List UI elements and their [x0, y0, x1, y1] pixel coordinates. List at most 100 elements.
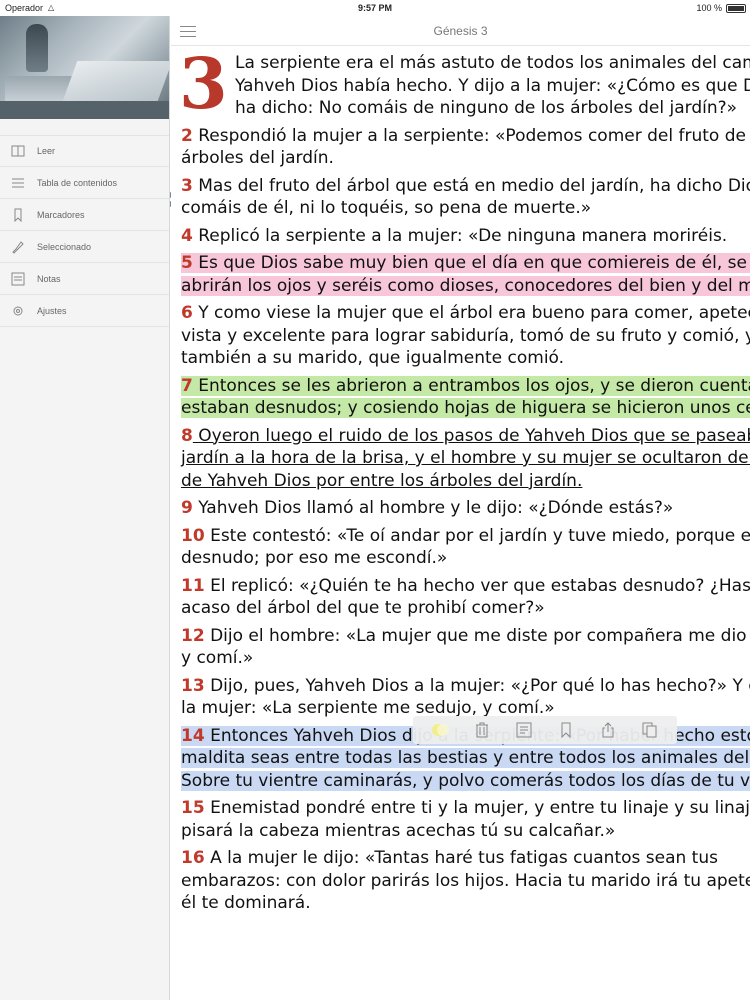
verse-16[interactable]: 16 A la mujer le dijo: «Tantas haré tus … — [181, 846, 750, 915]
verse-6[interactable]: 6 Y como viese la mujer que el árbol era… — [181, 301, 750, 370]
verse-line: Es que Dios sabe muy bien que el día en … — [192, 253, 750, 273]
verse-line: acaso del árbol del que te prohibí comer… — [181, 598, 545, 618]
sidebar-item-notas[interactable]: Notas — [0, 263, 169, 295]
sidebar-header-image — [0, 16, 169, 119]
verse-line: La serpiente era el más astuto de todos … — [235, 53, 750, 73]
trash-icon — [476, 722, 488, 738]
verse-12[interactable]: 12 Dijo el hombre: «La mujer que me dist… — [181, 624, 750, 670]
sidebar-item-label: Tabla de contenidos — [37, 177, 118, 188]
verse-10[interactable]: 10 Este contestó: «Te oí andar por el ja… — [181, 524, 750, 570]
highlight-color-button[interactable] — [429, 719, 451, 741]
copy-button[interactable] — [639, 719, 661, 741]
sidebar: Leer Tabla de contenidos Marcadores Sele… — [0, 16, 170, 1000]
battery-icon — [726, 4, 746, 13]
verse-11[interactable]: 11 El replicó: «¿Quién te ha hecho ver q… — [181, 574, 750, 620]
verse-line: estaban desnudos; y cosiendo hojas de hi… — [181, 398, 750, 418]
verse-line: Oyeron luego el ruido de los pasos de Ya… — [198, 425, 750, 446]
sidebar-item-tabla-de-contenidos[interactable]: Tabla de contenidos — [0, 167, 169, 199]
bookmark-button[interactable] — [555, 719, 577, 741]
verse-line: abrirán los ojos y seréis como dioses, c… — [181, 275, 750, 296]
verse-line: A la mujer le dijo: «Tantas haré tus fat… — [204, 848, 718, 868]
verse-line: él te dominará. — [181, 893, 311, 913]
verse-number: 15 — [181, 798, 205, 818]
gear-icon — [10, 303, 26, 319]
sidebar-item-label: Notas — [37, 273, 61, 284]
verse-line: Replicó la serpiente a la mujer: «De nin… — [192, 225, 728, 246]
sidebar-item-label: Marcadores — [37, 209, 85, 220]
color-dot-icon — [432, 724, 449, 736]
verse-8[interactable]: 8 Oyeron luego el ruido de los pasos de … — [181, 424, 750, 493]
clock: 9:57 PM — [357, 3, 392, 13]
verse-line: embarazos: con dolor parirás los hijos. … — [181, 870, 750, 891]
verse-line: Entonces se les abrieron a entrambos los… — [198, 375, 750, 396]
sidebar-item-leer[interactable]: Leer — [0, 135, 169, 167]
verse-13[interactable]: 13 Dijo, pues, Yahveh Dios a la mujer: «… — [181, 674, 750, 720]
page-title: Génesis 3 — [433, 24, 488, 38]
verse-line: Mas del fruto del árbol que está en medi… — [192, 175, 750, 196]
verse-line: Dijo el hombre: «La mujer que me diste p… — [210, 625, 750, 646]
verse-number: 11 — [181, 575, 205, 596]
verse-number: 13 — [181, 675, 205, 696]
verse-line: pisará la cabeza mientras acechas tú su … — [181, 820, 616, 841]
verse-2[interactable]: 2 Respondió la mujer a la serpiente: «Po… — [181, 124, 750, 170]
verse-1[interactable]: 3 La serpiente era el más astuto de todo… — [179, 42, 750, 125]
status-bar: Operador △ 9:57 PM 100 % — [0, 0, 750, 16]
verse-line: comáis de él, ni lo toquéis, so pena de … — [181, 198, 592, 218]
sidebar-item-marcadores[interactable]: Marcadores — [0, 199, 169, 231]
verse-number: 16 — [181, 848, 205, 868]
verse-9[interactable]: 9 Yahveh Dios llamó al hombre y le dijo:… — [181, 496, 750, 520]
reading-pane: Génesis 3 3 La serpiente era el más astu… — [171, 16, 750, 1000]
verse-number: 2 — [181, 125, 193, 146]
verse-number: 8 — [181, 425, 193, 446]
verse-number: 14 — [181, 725, 205, 746]
delete-button[interactable] — [471, 719, 493, 741]
verse-line: Dijo, pues, Yahveh Dios a la mujer: «¿Po… — [210, 675, 750, 696]
sidebar-item-label: Leer — [37, 146, 56, 156]
bookmark-icon — [10, 207, 26, 223]
verse-line: Respondió la mujer a la serpiente: «Pode… — [192, 125, 750, 146]
chapter-number: 3 — [179, 42, 228, 125]
verse-line: maldita seas entre todas las bestias y e… — [181, 748, 750, 768]
note-icon — [516, 722, 532, 738]
share-button[interactable] — [597, 719, 619, 741]
verse-line: y comí.» — [181, 648, 254, 668]
note-button[interactable] — [513, 719, 535, 741]
verse-number: 12 — [181, 625, 205, 646]
verse-number: 4 — [181, 225, 193, 246]
verse-line: vista y excelente para lograr sabiduría,… — [181, 325, 750, 346]
notes-icon — [10, 271, 26, 287]
verse-7[interactable]: 7 Entonces se les abrieron a entrambos l… — [181, 374, 750, 420]
read-icon — [10, 143, 26, 159]
verse-15[interactable]: 15 Enemistad pondré entre ti y la mujer,… — [181, 796, 750, 842]
verse-line: jardín a la hora de la brisa, y el hombr… — [181, 448, 750, 468]
verse-line: Sobre tu vientre caminarás, y polvo come… — [181, 770, 750, 791]
verse-line: Yahveh Dios llamó al hombre y le dijo: «… — [192, 498, 674, 518]
sidebar-item-label: Seleccionado — [37, 241, 92, 252]
verse-line: de Yahveh Dios por entre los árboles del… — [181, 470, 583, 491]
verse-number: 7 — [181, 375, 193, 396]
verse-3[interactable]: 3 Mas del fruto del árbol que está en me… — [181, 174, 750, 220]
verse-number: 10 — [181, 525, 205, 546]
verse-5[interactable]: 5 Es que Dios sabe muy bien que el día e… — [181, 251, 750, 297]
sidebar-item-label: Ajustes — [37, 305, 67, 316]
selection-toolbar — [413, 716, 677, 744]
verse-line: Este contestó: «Te oí andar por el jardí… — [204, 525, 750, 546]
copy-icon — [642, 722, 657, 738]
verse-number: 6 — [181, 303, 193, 323]
bookmark-icon — [561, 722, 571, 738]
highlighter-icon — [10, 239, 26, 255]
sidebar-item-seleccionado[interactable]: Seleccionado — [0, 231, 169, 263]
verse-line: ha dicho: No comáis de ninguno de los ár… — [235, 98, 738, 118]
verse-number: 5 — [181, 253, 193, 273]
sidebar-menu: Leer Tabla de contenidos Marcadores Sele… — [0, 135, 169, 327]
verse-line: también a su marido, que igualmente comi… — [181, 348, 565, 368]
share-icon — [602, 722, 614, 738]
verse-4[interactable]: 4 Replicó la serpiente a la mujer: «De n… — [181, 224, 750, 248]
list-icon — [10, 175, 26, 191]
sidebar-item-ajustes[interactable]: Ajustes — [0, 295, 169, 327]
chapter-text: 3 La serpiente era el más astuto de todo… — [179, 42, 750, 919]
verse-line: Y como viese la mujer que el árbol era b… — [198, 303, 750, 323]
verse-line: Yahveh Dios había hecho. Y dijo a la muj… — [235, 75, 750, 96]
battery-percentage: 100 % — [696, 3, 722, 13]
verse-number: 3 — [181, 175, 193, 196]
